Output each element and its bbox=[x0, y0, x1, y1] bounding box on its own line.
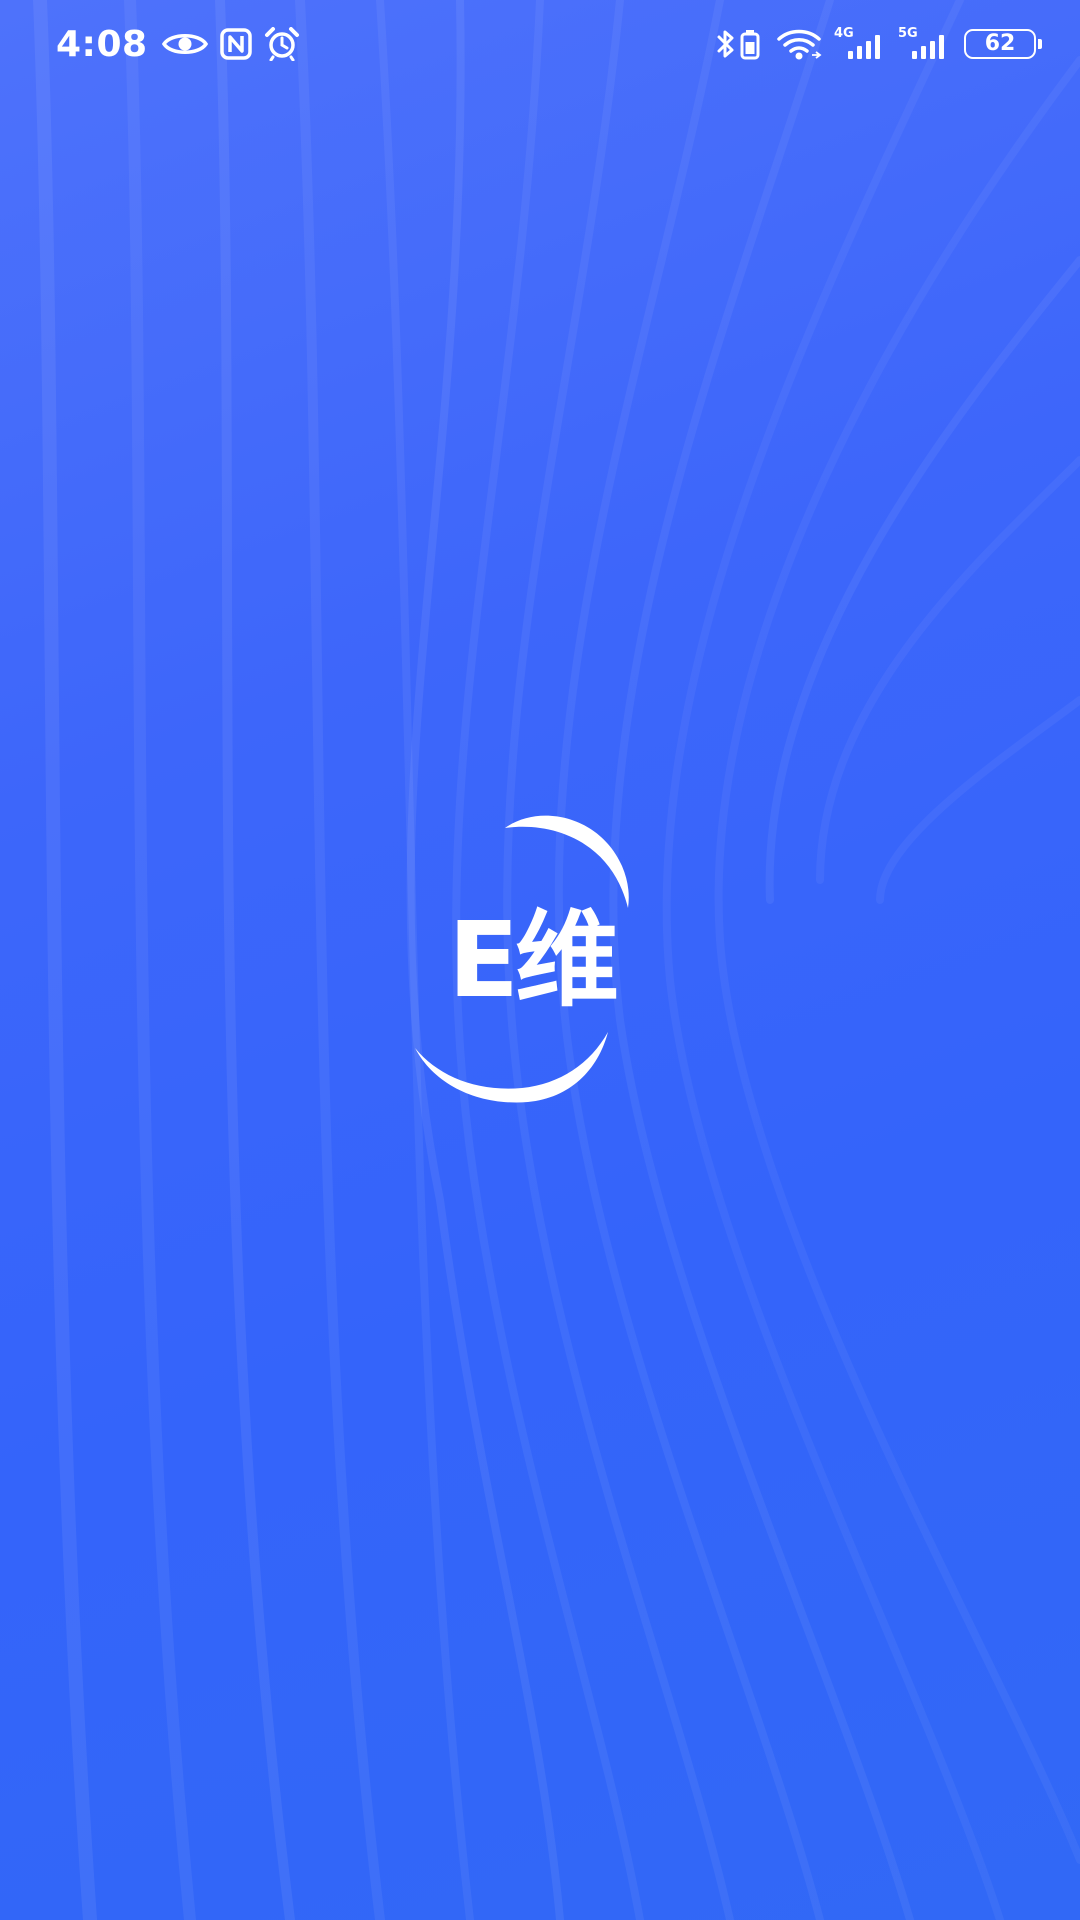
status-time: 4:08 bbox=[56, 23, 148, 65]
eye-icon bbox=[161, 29, 208, 59]
signal-4g-icon: 4G bbox=[834, 27, 886, 61]
battery-saver-icon bbox=[740, 28, 760, 60]
signal-5g-icon: 5G bbox=[898, 27, 950, 61]
battery-icon: 62 bbox=[964, 29, 1042, 59]
status-bar: 4:08 4G 5G 62 bbox=[0, 0, 1080, 88]
status-bar-left: 4:08 bbox=[56, 18, 312, 70]
battery-level: 62 bbox=[984, 31, 1016, 56]
bluetooth-icon bbox=[716, 28, 736, 60]
alarm-icon bbox=[264, 27, 300, 62]
logo-text: E维 bbox=[448, 899, 619, 1021]
status-bar-right: 4G 5G 62 bbox=[704, 18, 1042, 70]
wifi-icon bbox=[776, 28, 822, 60]
nfc-icon bbox=[219, 28, 252, 60]
app-logo: E维 bbox=[410, 808, 670, 1108]
